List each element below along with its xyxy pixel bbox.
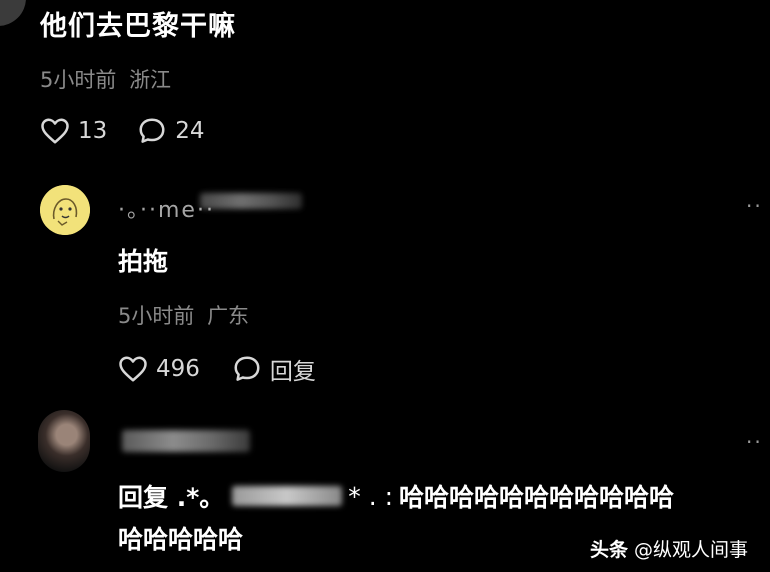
commenter-avatar[interactable] [40, 185, 90, 235]
watermark-brand: 头条 [590, 539, 629, 561]
post-time: 5小时前 [40, 68, 117, 92]
post-text: 他们去巴黎干嘛 [40, 11, 236, 42]
post-like-count: 13 [78, 118, 108, 144]
comment1-like-count: 496 [156, 356, 200, 382]
post-comment-count: 24 [175, 118, 205, 144]
comment-bubble-icon [139, 118, 165, 143]
comment1-location: 广东 [207, 304, 250, 328]
replier-avatar[interactable] [38, 410, 90, 472]
comment1-meta: 5小时前 广东 [118, 300, 249, 330]
comment1-reply-button[interactable]: 回复 [232, 352, 316, 386]
cartoon-avatar-icon [40, 185, 90, 235]
watermark: 头条 @纵观人间事 [590, 535, 748, 562]
watermark-handle: @纵观人间事 [634, 539, 749, 561]
comment1-text: 拍拖 [118, 247, 169, 276]
reply-mid: * . : [348, 481, 394, 511]
top-avatar-fragment [0, 0, 26, 26]
comment1-time: 5小时前 [118, 304, 195, 328]
post-like-button[interactable]: 13 [40, 117, 107, 145]
reply-text: 哈哈哈哈哈哈哈哈哈哈哈 [399, 483, 675, 512]
heart-icon [41, 118, 69, 144]
mentioned-user-mask [232, 486, 343, 506]
reply-prefix: 回复 .*。 [118, 483, 225, 512]
comment2-more-button[interactable]: ·· [746, 430, 763, 454]
post-location: 浙江 [129, 68, 172, 92]
comment-bubble-icon [234, 356, 260, 381]
commenter-name-mask [200, 193, 302, 209]
post-actions: 13 24 [40, 116, 205, 146]
heart-icon [119, 356, 147, 382]
comment2-reply-line2: 哈哈哈哈哈 [118, 525, 244, 554]
post-meta: 5小时前 浙江 [40, 64, 171, 94]
comment1-reply-label: 回复 [269, 359, 316, 385]
replier-name-mask [122, 430, 250, 452]
comment2-reply-line1: 回复 .*。 * . : 哈哈哈哈哈哈哈哈哈哈哈 [118, 478, 674, 514]
comment1-more-button[interactable]: ·· [746, 194, 763, 218]
commenter-name[interactable]: ·。··me·· [118, 192, 215, 224]
post-comment-button[interactable]: 24 [137, 116, 205, 146]
comment1-actions: 496 回复 [118, 352, 316, 386]
comment1-like-button[interactable]: 496 [118, 355, 200, 383]
